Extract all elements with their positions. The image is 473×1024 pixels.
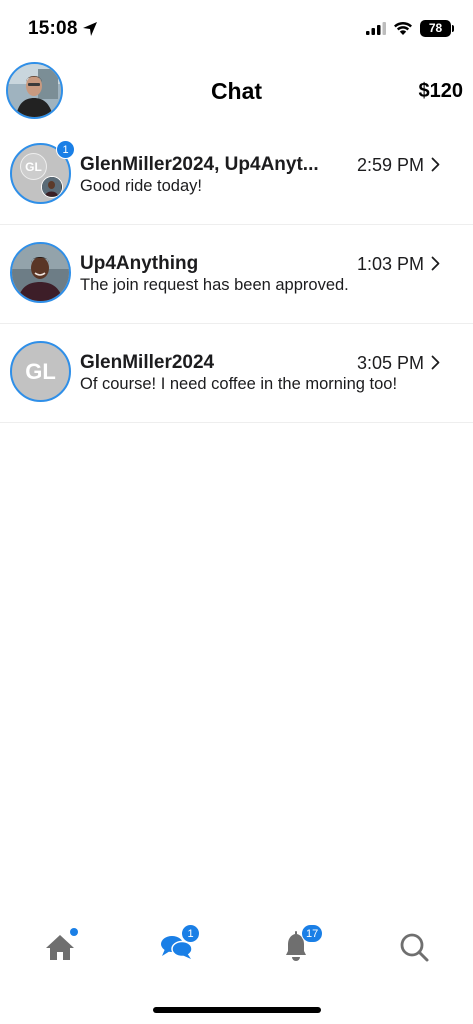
chevron-right-icon bbox=[431, 355, 440, 370]
group-initials-avatar: GL bbox=[20, 153, 47, 180]
tab-bar: 1 17 bbox=[0, 920, 473, 980]
unread-badge: 1 bbox=[56, 140, 75, 159]
home-icon bbox=[46, 935, 74, 960]
chat-time: 3:05 PM bbox=[356, 353, 424, 373]
chat-time: 2:59 PM bbox=[356, 155, 424, 175]
chevron-right-icon bbox=[431, 256, 440, 271]
chat-preview: The join request has been approved. bbox=[80, 276, 349, 294]
chat-row[interactable]: GL 1 GlenMiller2024, Up4Anyt... 2:59 PM … bbox=[0, 126, 473, 225]
balance-amount[interactable]: $120 bbox=[419, 80, 464, 103]
user-avatar bbox=[10, 242, 71, 303]
tab-search[interactable] bbox=[384, 920, 444, 976]
tab-notifications[interactable]: 17 bbox=[266, 920, 326, 976]
chat-name: GlenMiller2024 bbox=[80, 352, 215, 373]
tab-home[interactable] bbox=[30, 920, 90, 976]
new-activity-dot bbox=[70, 928, 78, 936]
notifications-badge: 17 bbox=[301, 924, 324, 943]
chat-unread-badge: 1 bbox=[181, 924, 200, 943]
page-title: Chat bbox=[210, 78, 263, 104]
chevron-right-icon bbox=[431, 157, 440, 172]
header: Chat $120 bbox=[0, 62, 473, 122]
chat-list: GL 1 GlenMiller2024, Up4Anyt... 2:59 PM … bbox=[0, 126, 473, 423]
chat-time: 1:03 PM bbox=[356, 254, 424, 274]
chat-row[interactable]: GL GlenMiller2024 3:05 PM Of course! I n… bbox=[0, 324, 473, 423]
chat-name: Up4Anything bbox=[80, 253, 199, 274]
tab-chat[interactable]: 1 bbox=[147, 920, 207, 976]
chat-row[interactable]: Up4Anything 1:03 PM The join request has… bbox=[0, 225, 473, 324]
location-arrow-icon bbox=[83, 22, 97, 36]
avatar-initials: GL bbox=[25, 358, 56, 384]
cellular-signal-icon bbox=[366, 22, 386, 35]
chat-preview: Good ride today! bbox=[80, 177, 202, 195]
battery-icon: 78 bbox=[420, 20, 451, 37]
user-avatar: GL bbox=[10, 341, 71, 402]
wifi-icon bbox=[394, 21, 412, 35]
chat-name: GlenMiller2024, Up4Anyt... bbox=[80, 154, 319, 175]
status-time: 15:08 bbox=[28, 18, 78, 39]
status-bar: 15:08 78 bbox=[0, 0, 473, 56]
home-indicator bbox=[153, 1007, 321, 1013]
battery-cap bbox=[452, 25, 454, 32]
user-photo bbox=[12, 244, 69, 301]
chat-preview: Of course! I need coffee in the morning … bbox=[80, 375, 398, 393]
search-icon bbox=[400, 933, 429, 962]
member-photo bbox=[41, 176, 63, 198]
